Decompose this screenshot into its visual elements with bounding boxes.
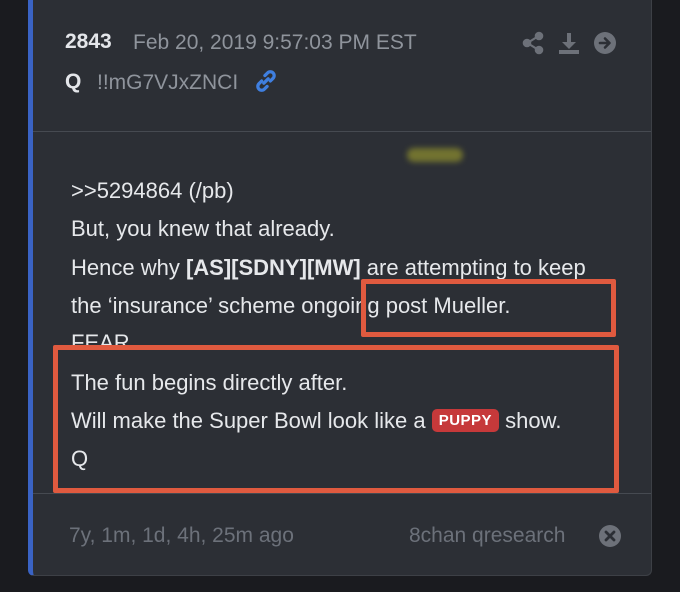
close-circle-icon[interactable] [598,524,622,548]
post-number[interactable]: 2843 [65,30,112,54]
share-icon[interactable] [521,31,545,55]
post-tripcode: !!mG7VJxZNCI [97,71,239,94]
post-timestamp: Feb 20, 2019 9:57:03 PM EST [133,31,417,54]
message-line-partial: FEAR [71,330,130,346]
message-text: Hence why [71,255,186,280]
link-icon[interactable] [253,68,279,94]
message-line: But, you knew that already. [71,216,335,241]
post-reference-link[interactable]: >>5294864 (/pb) [71,178,234,204]
header-divider [33,131,651,132]
download-icon[interactable] [557,31,581,55]
redacted-blur [407,148,463,162]
post-header: 2843 Feb 20, 2019 9:57:03 PM EST Q !!mG7… [33,0,651,132]
post-age: 7y, 1m, 1d, 4h, 25m ago [69,524,294,547]
message-bold-tags: [AS][SDNY][MW] [185,255,361,280]
message-text: are attempting to keep [360,255,586,280]
highlight-box-fun [53,345,619,493]
post-author: Q [65,70,82,93]
arrow-right-circle-icon[interactable] [593,31,617,55]
footer-divider [33,493,651,494]
highlight-box-mueller [361,279,616,337]
message-text: FEAR [71,330,130,346]
board-name[interactable]: 8chan qresearch [409,524,565,548]
message-line: Hence why [AS][SDNY][MW] are attempting … [71,255,586,281]
